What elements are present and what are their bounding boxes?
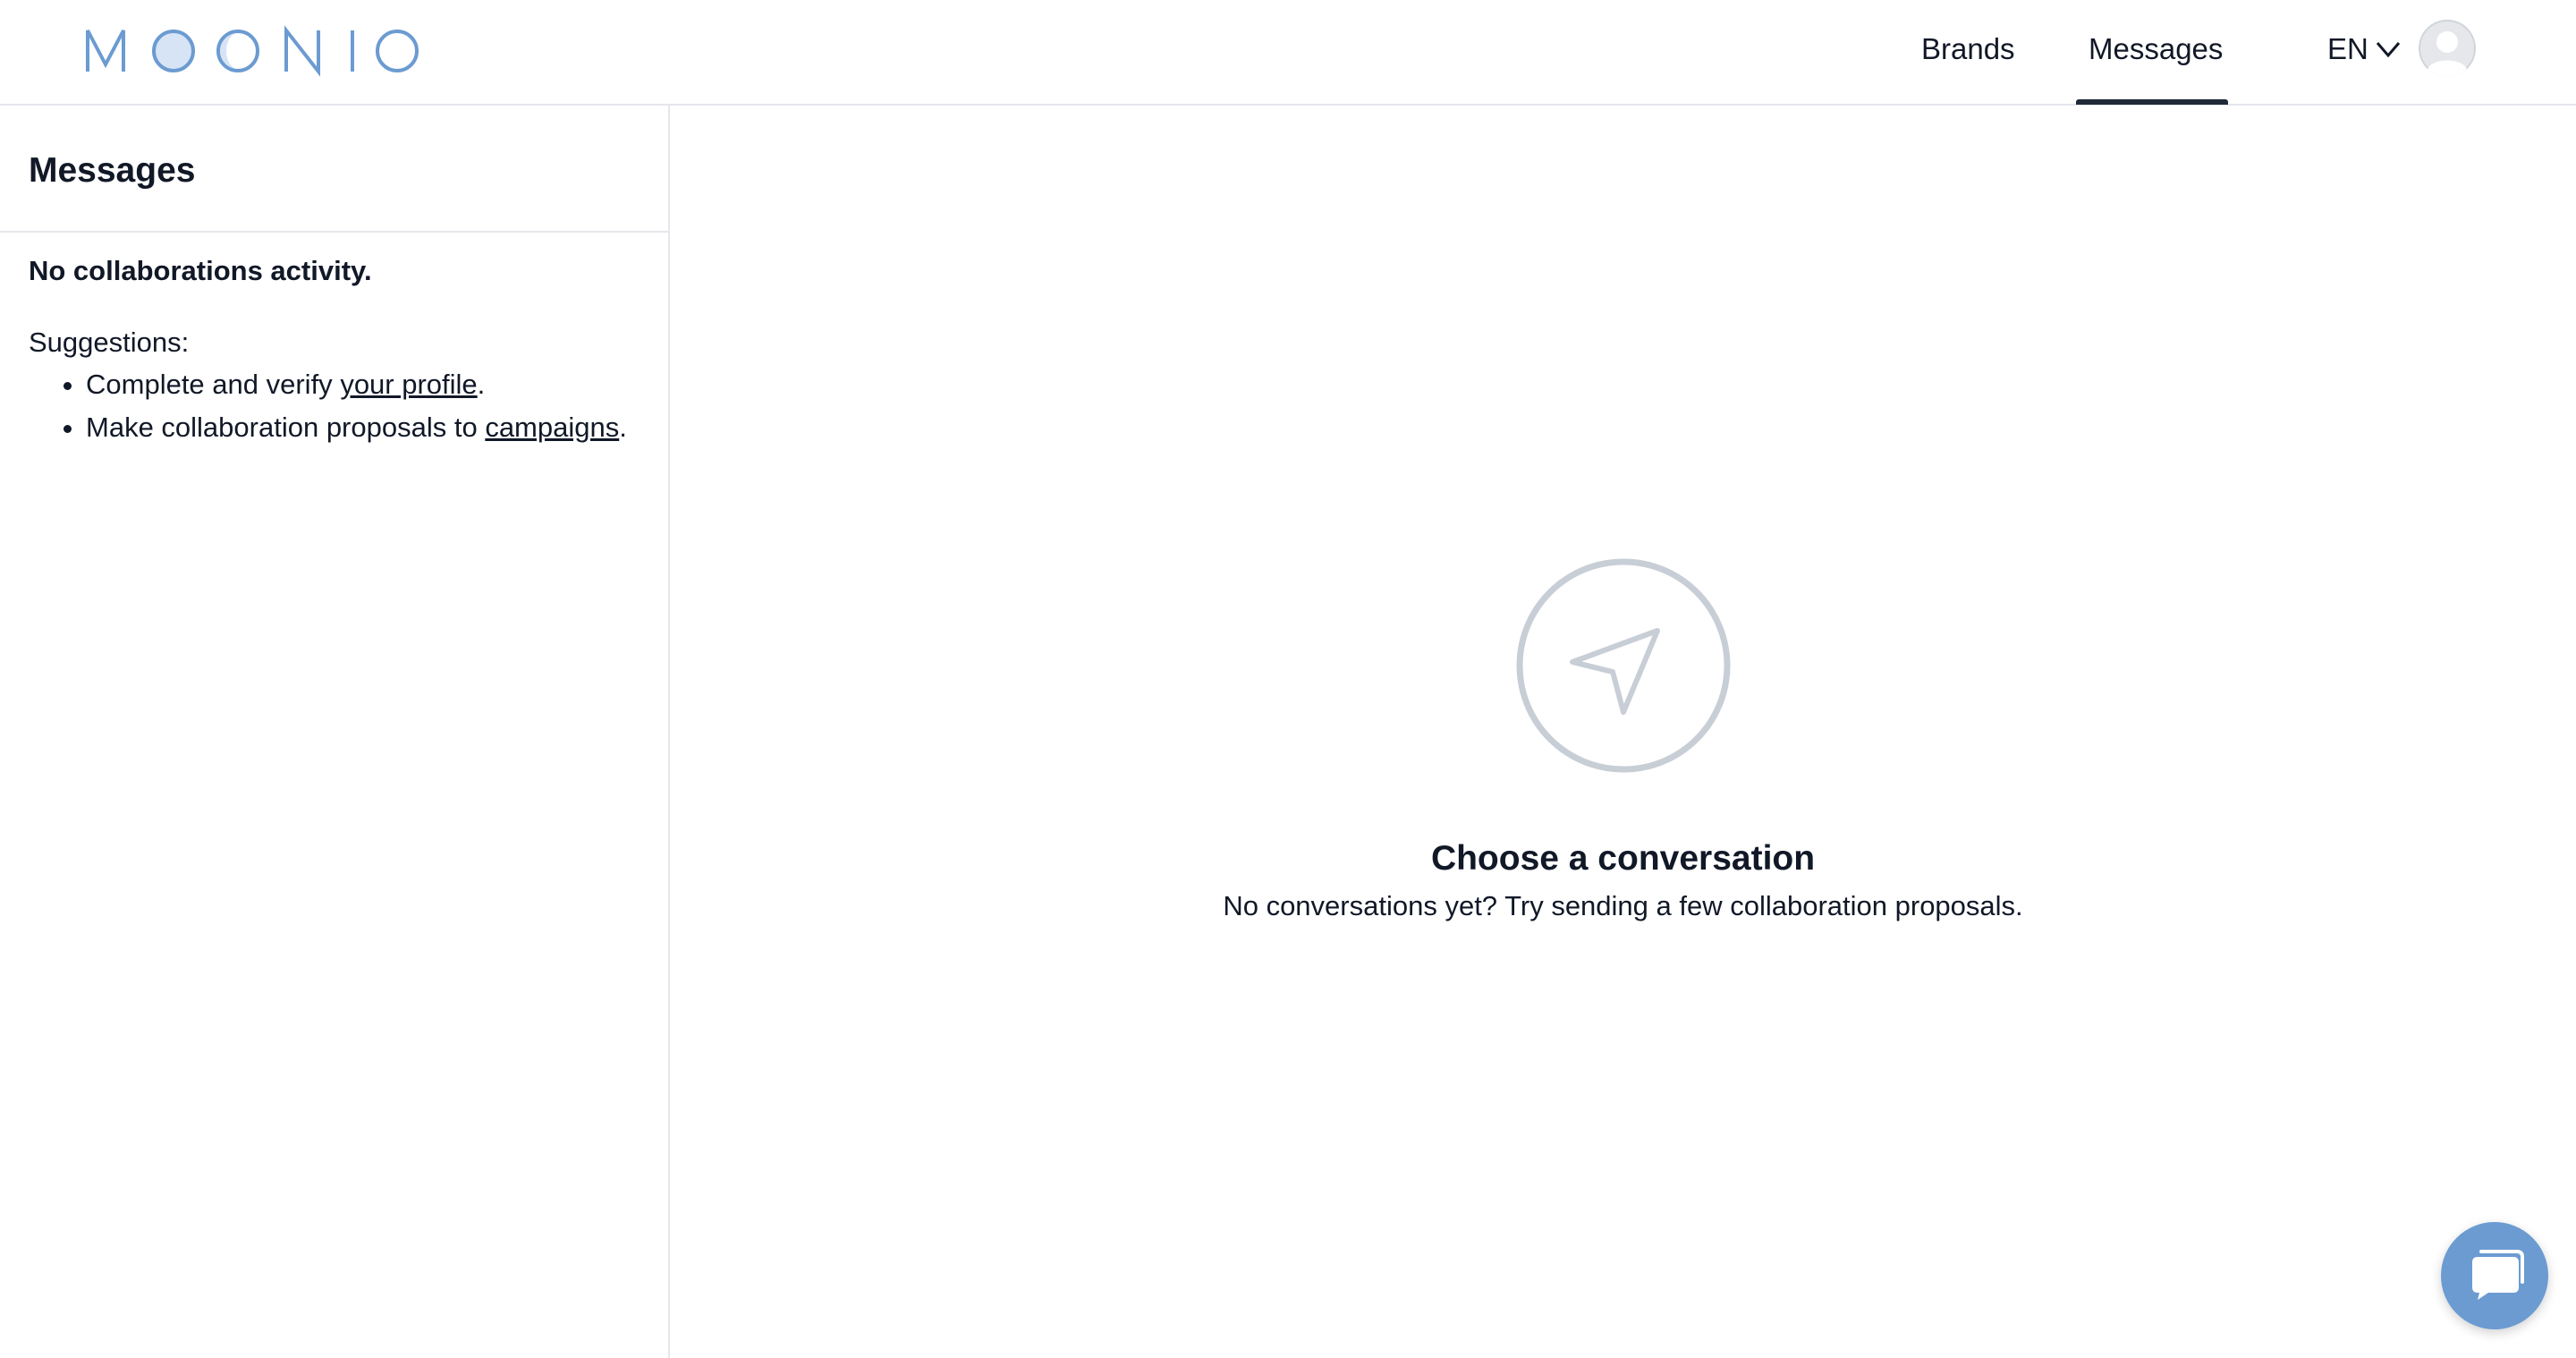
conversation-panel: Choose a conversation No conversations y… bbox=[670, 106, 2576, 1358]
language-label: EN bbox=[2327, 32, 2368, 65]
sidebar-header: Messages bbox=[0, 106, 668, 233]
page: Brands Messages EN Messages No collabora… bbox=[0, 0, 2576, 1358]
suggestions-label: Suggestions: bbox=[29, 327, 190, 358]
language-selector[interactable]: EN bbox=[2327, 27, 2401, 72]
campaigns-link[interactable]: campaigns bbox=[485, 412, 619, 443]
nav-active-indicator bbox=[2076, 99, 2228, 105]
moonio-logo[interactable] bbox=[84, 23, 424, 77]
empty-conversation-subtitle: No conversations yet? Try sending a few … bbox=[1223, 890, 2023, 921]
sidebar-title: Messages bbox=[29, 151, 196, 190]
messages-sidebar: Messages No collaborations activity. Sug… bbox=[0, 106, 670, 1358]
nav-brands[interactable]: Brands bbox=[1921, 27, 2015, 72]
suggestion-punct: . bbox=[619, 412, 627, 443]
empty-conversation-title: Choose a conversation bbox=[1430, 839, 1816, 878]
suggestion-item: Complete and verify your profile. bbox=[86, 363, 627, 406]
send-icon bbox=[1516, 558, 1731, 773]
chat-widget-button[interactable] bbox=[2441, 1222, 2548, 1329]
suggestion-text: Make collaboration proposals to bbox=[86, 412, 486, 443]
suggestion-item: Make collaboration proposals to campaign… bbox=[86, 406, 627, 449]
nav-messages[interactable]: Messages bbox=[2089, 27, 2223, 72]
suggestion-text: Complete and verify bbox=[86, 369, 341, 400]
suggestions-list: Complete and verify your profile. Make c… bbox=[29, 363, 627, 449]
empty-activity-text: No collaborations activity. bbox=[29, 255, 372, 286]
avatar[interactable] bbox=[2419, 20, 2476, 77]
chevron-down-icon bbox=[2376, 42, 2400, 58]
top-header: Brands Messages EN bbox=[0, 0, 2576, 106]
chat-bubble-icon bbox=[2472, 1250, 2524, 1300]
profile-link[interactable]: your profile bbox=[340, 369, 477, 400]
suggestion-punct: . bbox=[477, 369, 486, 400]
user-icon bbox=[2419, 20, 2476, 77]
